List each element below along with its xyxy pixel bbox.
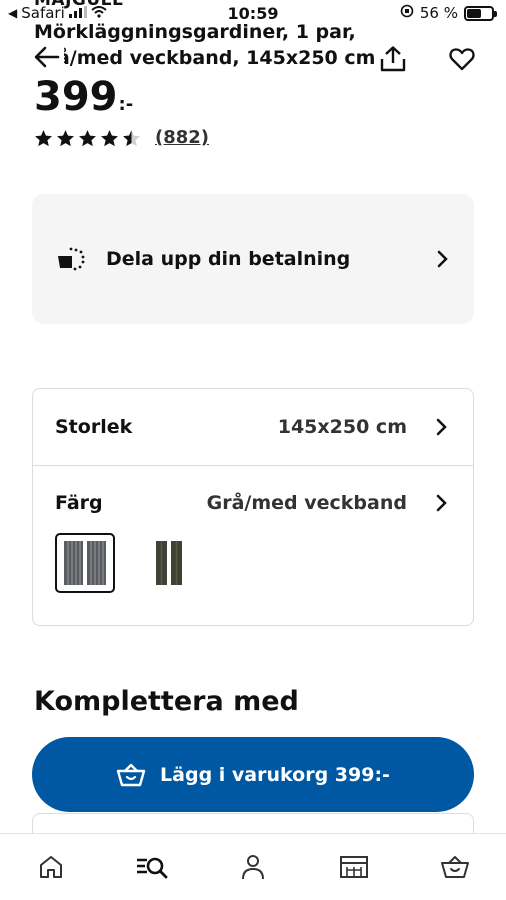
bottom-nav [0, 833, 506, 900]
profile-icon [241, 855, 264, 880]
basket-icon [116, 763, 146, 786]
chevron-right-icon [428, 244, 458, 274]
size-label: Storlek [55, 416, 133, 438]
favorite-button[interactable] [445, 42, 479, 76]
nav-home[interactable] [26, 842, 76, 892]
product-price: 399:- [34, 72, 133, 130]
chevron-right-icon [427, 488, 457, 518]
size-option[interactable]: Storlek 145x250 cm [33, 389, 473, 465]
star-icon [123, 129, 140, 146]
star-icon [57, 129, 74, 146]
color-value: Grå/med veckband [206, 492, 407, 514]
search-list-icon [136, 857, 168, 879]
star-icon [101, 129, 118, 146]
color-label: Färg [55, 492, 103, 514]
product-options: Storlek 145x250 cm Färg Grå/med veckband [32, 388, 474, 626]
back-button[interactable] [30, 40, 64, 74]
basket-icon [441, 856, 470, 878]
nav-profile[interactable] [228, 842, 278, 892]
swatch-grey[interactable] [55, 533, 115, 593]
payment-icon [54, 244, 88, 274]
review-count[interactable]: (882) [155, 127, 209, 148]
add-to-cart-button[interactable]: Lägg i varukorg 399:- [32, 737, 474, 812]
heart-icon [449, 48, 475, 71]
color-option[interactable]: Färg Grå/med veckband [33, 465, 473, 541]
complement-heading: Komplettera med [34, 686, 299, 717]
star-icon [35, 129, 52, 146]
star-icon [79, 129, 96, 146]
battery-icon [464, 5, 497, 21]
nav-search[interactable] [127, 842, 177, 892]
nav-stores[interactable] [329, 842, 379, 892]
rating-stars [34, 129, 141, 147]
price-currency: :- [118, 94, 134, 115]
rating[interactable]: (882) [34, 127, 209, 148]
nav-basket[interactable] [430, 842, 480, 892]
split-payment-label: Dela upp din betalning [106, 248, 351, 270]
product-brand: MAJGULL [34, 0, 124, 10]
home-icon [39, 856, 62, 878]
store-icon [340, 856, 369, 878]
swatch-dark-green[interactable] [139, 533, 199, 593]
color-swatches [55, 533, 199, 593]
size-value: 145x250 cm [277, 416, 407, 438]
share-button[interactable] [376, 42, 410, 76]
add-to-cart-label: Lägg i varukorg 399:- [160, 763, 390, 786]
arrow-left-icon [34, 46, 60, 68]
chevron-right-icon [427, 412, 457, 442]
split-payment-card[interactable]: Dela upp din betalning [32, 194, 474, 324]
price-value: 399 [34, 74, 118, 120]
share-icon [380, 46, 406, 72]
